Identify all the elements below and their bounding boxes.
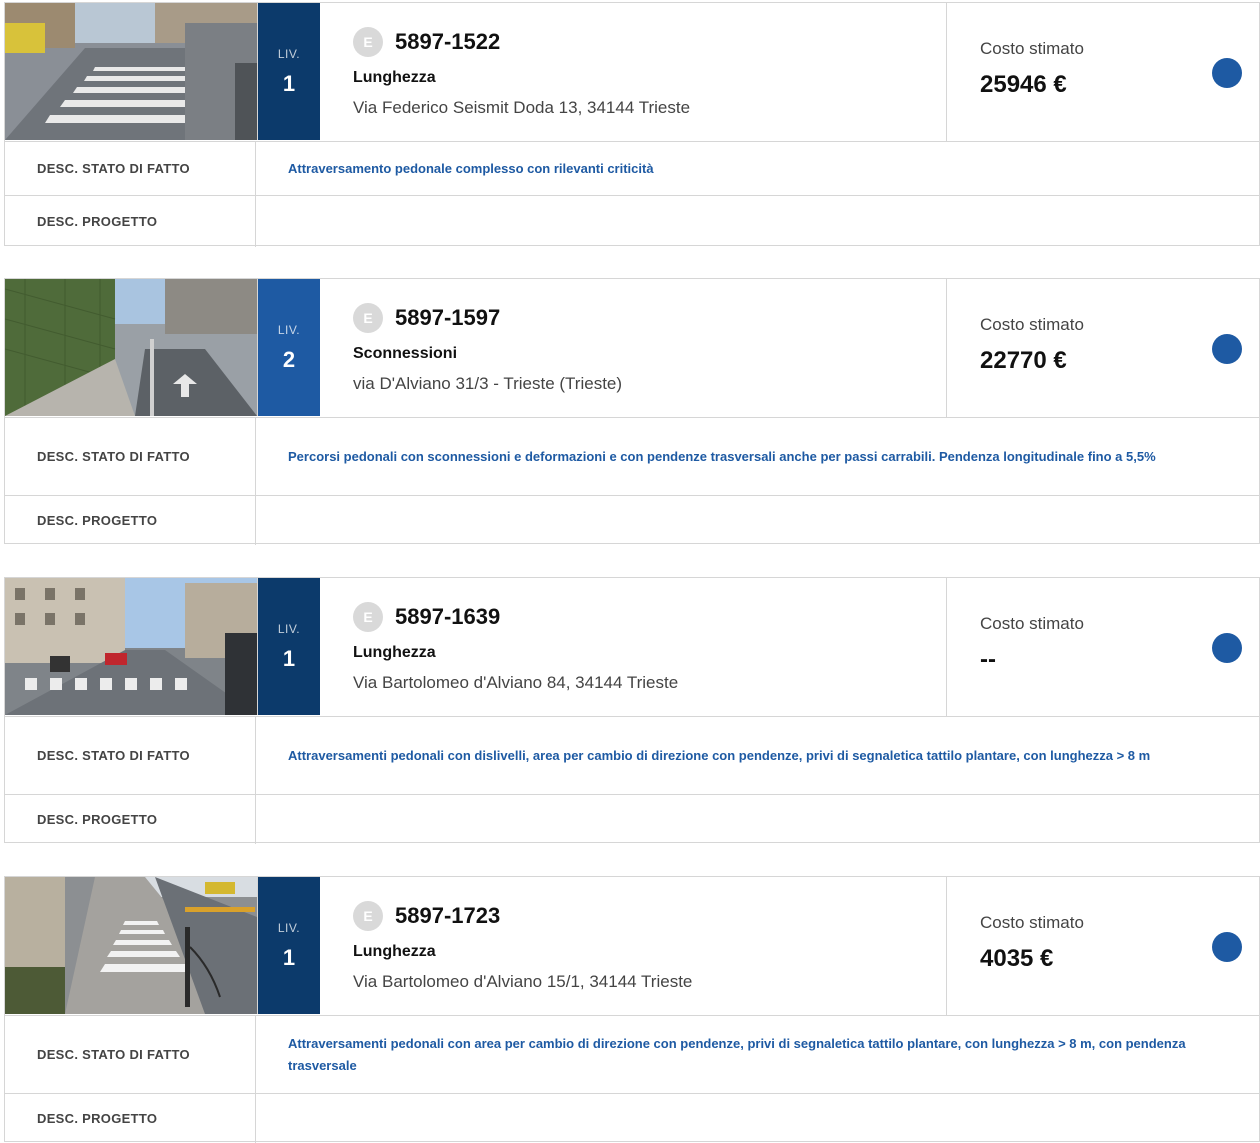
cost-panel: Costo stimato -- bbox=[947, 578, 1259, 716]
level-number: 2 bbox=[282, 346, 296, 372]
issue-info: E 5897-1723 Lunghezza Via Bartolomeo d'A… bbox=[320, 877, 947, 1015]
desc-state-value: Attraversamento pedonale complesso con r… bbox=[288, 160, 654, 176]
street-photo[interactable] bbox=[5, 578, 258, 715]
cost-label: Costo stimato bbox=[980, 315, 1084, 334]
e-badge: E bbox=[353, 602, 383, 632]
cost-label: Costo stimato bbox=[980, 913, 1084, 932]
issue-type: Lunghezza bbox=[353, 69, 436, 86]
e-badge: E bbox=[353, 27, 383, 57]
issue-type: Lunghezza bbox=[353, 644, 436, 661]
desc-state-value: Percorsi pedonali con sconnessioni e def… bbox=[288, 448, 1156, 464]
issue-info: E 5897-1597 Sconnessioni via D'Alviano 3… bbox=[320, 279, 947, 417]
issue-code[interactable]: 5897-1597 bbox=[395, 305, 500, 331]
issue-address: Via Federico Seismit Doda 13, 34144 Trie… bbox=[353, 98, 691, 117]
cost-value: -- bbox=[980, 646, 996, 673]
desc-state-value: Attraversamenti pedonali con area per ca… bbox=[288, 1035, 1186, 1073]
issue-code[interactable]: 5897-1639 bbox=[395, 604, 500, 630]
issue-card[interactable]: LIV. 2 E 5897-1597 Sconnessioni via D'Al… bbox=[4, 278, 1260, 545]
cost-label: Costo stimato bbox=[980, 39, 1084, 58]
issue-address: Via Bartolomeo d'Alviano 15/1, 34144 Tri… bbox=[353, 972, 693, 991]
desc-project-label: DESC. PROGETTO bbox=[5, 496, 256, 545]
desc-project-value bbox=[256, 196, 1259, 247]
level-prefix: LIV. bbox=[277, 322, 301, 337]
e-badge: E bbox=[353, 901, 383, 931]
cost-value: 25946 € bbox=[980, 71, 1067, 98]
level-number: 1 bbox=[282, 944, 296, 970]
status-dot-icon bbox=[1212, 932, 1242, 962]
street-photo[interactable] bbox=[5, 279, 258, 416]
issue-card[interactable]: LIV. 1 E 5897-1723 Lunghezza Via Bartolo… bbox=[4, 876, 1260, 1143]
issue-type: Sconnessioni bbox=[353, 345, 458, 362]
issue-info: E 5897-1639 Lunghezza Via Bartolomeo d'A… bbox=[320, 578, 947, 716]
issue-address: Via Bartolomeo d'Alviano 84, 34144 Tries… bbox=[353, 673, 679, 692]
street-photo[interactable] bbox=[5, 877, 258, 1014]
status-dot-icon bbox=[1212, 633, 1242, 663]
issue-card[interactable]: LIV. 1 E 5897-1522 Lunghezza Via Federic… bbox=[4, 2, 1260, 247]
issue-type: Lunghezza bbox=[353, 943, 436, 960]
desc-state-label: DESC. STATO DI FATTO bbox=[5, 1016, 256, 1093]
desc-state-label: DESC. STATO DI FATTO bbox=[5, 418, 256, 495]
level-indicator: LIV. 1 bbox=[258, 3, 320, 140]
level-prefix: LIV. bbox=[277, 621, 301, 636]
cost-value: 4035 € bbox=[980, 945, 1054, 972]
status-dot-icon bbox=[1212, 58, 1242, 88]
level-prefix: LIV. bbox=[277, 46, 301, 61]
cost-panel: Costo stimato 4035 € bbox=[947, 877, 1259, 1015]
desc-state-value: Attraversamenti pedonali con dislivelli,… bbox=[288, 747, 1151, 763]
level-indicator: LIV. 1 bbox=[258, 578, 320, 715]
desc-project-label: DESC. PROGETTO bbox=[5, 795, 256, 844]
cost-label: Costo stimato bbox=[980, 614, 1084, 633]
e-badge: E bbox=[353, 303, 383, 333]
desc-project-value bbox=[256, 795, 1259, 844]
level-indicator: LIV. 2 bbox=[258, 279, 320, 416]
issue-card[interactable]: LIV. 1 E 5897-1639 Lunghezza Via Bartolo… bbox=[4, 577, 1260, 844]
cost-value: 22770 € bbox=[980, 347, 1067, 374]
desc-project-value bbox=[256, 1094, 1259, 1143]
desc-project-label: DESC. PROGETTO bbox=[5, 196, 256, 247]
level-prefix: LIV. bbox=[277, 920, 301, 935]
level-number: 1 bbox=[282, 70, 296, 96]
issue-code[interactable]: 5897-1723 bbox=[395, 903, 500, 929]
desc-state-label: DESC. STATO DI FATTO bbox=[5, 717, 256, 794]
street-photo[interactable] bbox=[5, 3, 258, 140]
issue-info: E 5897-1522 Lunghezza Via Federico Seism… bbox=[320, 3, 947, 141]
level-number: 1 bbox=[282, 645, 296, 671]
desc-project-label: DESC. PROGETTO bbox=[5, 1094, 256, 1143]
level-indicator: LIV. 1 bbox=[258, 877, 320, 1014]
issue-code[interactable]: 5897-1522 bbox=[395, 29, 500, 55]
desc-state-label: DESC. STATO DI FATTO bbox=[5, 142, 256, 195]
cost-panel: Costo stimato 22770 € bbox=[947, 279, 1259, 417]
cost-panel: Costo stimato 25946 € bbox=[947, 3, 1259, 141]
issue-address: via D'Alviano 31/3 - Trieste (Trieste) bbox=[353, 374, 623, 393]
desc-project-value bbox=[256, 496, 1259, 545]
status-dot-icon bbox=[1212, 334, 1242, 364]
